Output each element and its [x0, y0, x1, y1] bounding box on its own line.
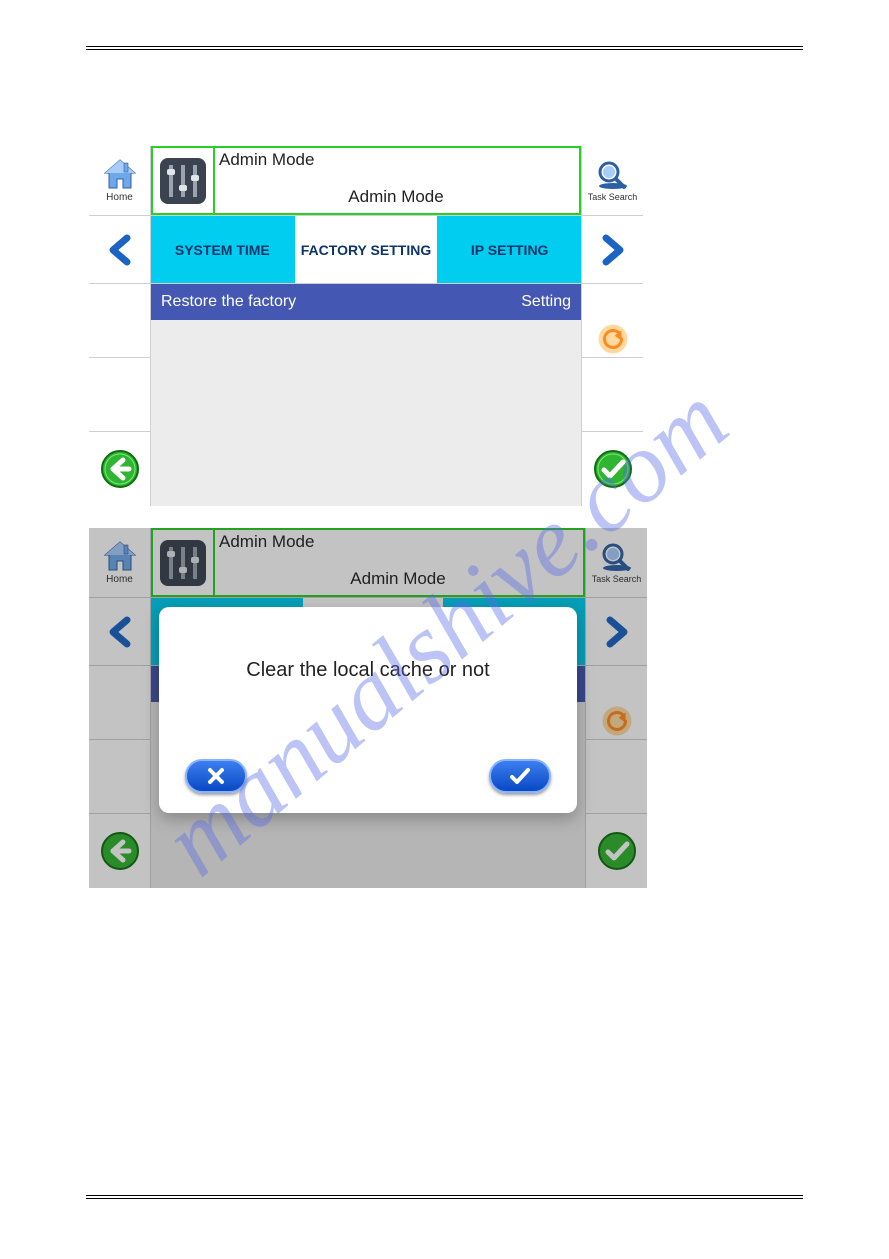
tabs-prev[interactable] — [89, 216, 151, 283]
admin-sliders-icon — [153, 148, 215, 213]
chevron-right-icon — [600, 234, 626, 266]
restore-factory-action: Setting — [521, 293, 571, 311]
tab-factory-setting[interactable]: FACTORY SETTING — [295, 216, 439, 283]
clear-cache-dialog: Clear the local cache or not — [159, 607, 577, 813]
home-icon — [102, 540, 138, 572]
tabs-next[interactable] — [581, 216, 643, 283]
tab-ip-setting[interactable]: IP SETTING — [438, 216, 581, 283]
search-icon — [596, 160, 630, 190]
home-label: Home — [106, 192, 133, 203]
header-title-main: Admin Mode — [219, 187, 573, 207]
tabs-next[interactable] — [585, 598, 647, 665]
page-top-rule — [86, 46, 803, 50]
header-title-small: Admin Mode — [219, 150, 573, 170]
chevron-left-icon — [107, 234, 133, 266]
task-search-label: Task Search — [588, 192, 638, 202]
home-icon — [102, 158, 138, 190]
dialog-confirm-button[interactable] — [489, 759, 551, 793]
page-bottom-rule — [86, 1195, 803, 1199]
task-search-button[interactable]: Task Search — [585, 528, 647, 597]
task-search-button[interactable]: Task Search — [581, 146, 643, 215]
chevron-right-icon — [604, 616, 630, 648]
task-search-label: Task Search — [592, 574, 642, 584]
back-button[interactable] — [100, 831, 140, 871]
home-button[interactable]: Home — [89, 528, 151, 597]
restore-factory-label: Restore the factory — [161, 293, 296, 311]
refresh-button[interactable] — [600, 704, 634, 738]
restore-factory-row[interactable]: Restore the factory Setting — [151, 284, 581, 320]
dialog-cancel-button[interactable] — [185, 759, 247, 793]
header-title-main: Admin Mode — [219, 569, 577, 589]
refresh-button[interactable] — [596, 322, 630, 356]
home-button[interactable]: Home — [89, 146, 151, 215]
confirm-button[interactable] — [593, 449, 633, 489]
admin-sliders-icon — [153, 530, 215, 595]
search-icon — [600, 542, 634, 572]
tabs-prev[interactable] — [89, 598, 151, 665]
check-icon — [509, 766, 531, 786]
tab-system-time[interactable]: SYSTEM TIME — [151, 216, 295, 283]
home-label: Home — [106, 574, 133, 585]
confirm-button[interactable] — [597, 831, 637, 871]
header-title-small: Admin Mode — [219, 532, 577, 552]
chevron-left-icon — [107, 616, 133, 648]
screenshot-admin-mode-dialog: Home Admin Mode Admin Mode — [88, 527, 648, 889]
dialog-message: Clear the local cache or not — [183, 659, 553, 759]
close-icon — [206, 766, 226, 786]
back-button[interactable] — [100, 449, 140, 489]
screenshot-admin-mode: Home Admin Mode Admin Mode — [88, 145, 644, 507]
